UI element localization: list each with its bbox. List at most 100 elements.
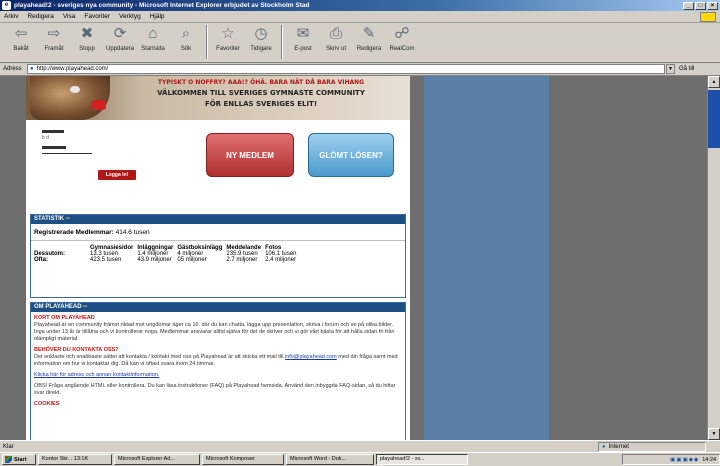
system-tray: ▣▣▣◆◆ 14:24 xyxy=(622,454,720,465)
toolbar-label: RealCom xyxy=(389,46,415,52)
menu-tools[interactable]: Verktyg xyxy=(119,13,141,20)
maximize-button[interactable]: □ xyxy=(695,1,706,10)
toolbar-button-home[interactable]: ⌂ Startsida xyxy=(138,23,168,61)
address-label: Adress xyxy=(3,66,22,72)
toolbar-button-search[interactable]: ⌕ Sök xyxy=(171,23,201,61)
registered-members: Registrerade Medlemmar: 414.6 tusen xyxy=(31,224,405,241)
password-field[interactable] xyxy=(42,151,92,154)
statistics-table: Gymnasiesidor Inläggningar Gästboksinläg… xyxy=(34,245,300,263)
toolbar-button-history[interactable]: ◷ Tidigare xyxy=(246,23,276,61)
taskbar-item[interactable]: Microsoft Explorer Ad... xyxy=(114,454,200,465)
menu-file[interactable]: Arkiv xyxy=(4,13,18,20)
scroll-up-icon[interactable]: ▲ xyxy=(708,76,720,88)
search-icon: ⌕ xyxy=(181,25,191,42)
taskbar-item[interactable]: Microsoft Word - Dok... xyxy=(286,454,374,465)
statistics-section: STATISTIK -- Registrerade Medlemmar: 414… xyxy=(30,214,406,298)
contact-mail-link[interactable]: info@playahead.com xyxy=(285,354,337,360)
contact-text: Det enklaste och snabbaste sättet att ko… xyxy=(34,354,284,360)
new-member-button[interactable]: NY MEDLEM xyxy=(206,133,294,177)
windows-flag-icon xyxy=(5,456,12,463)
start-button[interactable]: Start xyxy=(2,454,36,465)
home-icon: ⌂ xyxy=(148,25,158,42)
toolbar-button-print[interactable]: ⎙ Skriv ut xyxy=(321,23,351,61)
close-button[interactable]: × xyxy=(707,1,718,10)
username-label xyxy=(42,130,64,133)
minimize-button[interactable]: _ xyxy=(683,1,694,10)
about-text: Playahead är en community främst riktad … xyxy=(34,322,395,342)
address-input[interactable]: ● http://www.playahead.com/ xyxy=(27,64,665,74)
scroll-down-icon[interactable]: ▼ xyxy=(708,428,720,440)
toolbar-button-back[interactable]: ⇦ Bakåt xyxy=(6,23,36,61)
menu-edit[interactable]: Redigera xyxy=(27,13,53,20)
web-page: TYPISKT O NOFFRY? AAA!? ÖHÄ. BARA NÄT DÅ… xyxy=(26,76,410,440)
table-cell: 05 miljoner xyxy=(177,257,207,263)
forgot-password-button[interactable]: GLÖMT LÖSEN? xyxy=(308,133,394,177)
registered-label: Registrerade Medlemmar: xyxy=(34,229,114,236)
bulldog-image xyxy=(30,76,110,120)
address-bar: Adress ● http://www.playahead.com/ ▼ Gå … xyxy=(0,63,720,76)
forward-icon: ⇨ xyxy=(47,25,61,42)
toolbar-label: Skriv ut xyxy=(325,46,346,52)
taskbar-item[interactable]: Kontor Skr... 13:1K xyxy=(38,454,112,465)
registered-value: 414.6 tusen xyxy=(115,229,150,236)
print-icon: ⎙ xyxy=(329,25,342,42)
about-body: KORT OM PLAYAHEAD Playahead är en commun… xyxy=(31,312,405,415)
taskbar-item-active[interactable]: playahead!2 - sv... xyxy=(376,454,468,465)
scrollbar-thumb[interactable] xyxy=(708,90,720,148)
address-url: http://www.playahead.com/ xyxy=(36,66,109,72)
table-cell: 2.7 miljoner xyxy=(226,257,258,263)
statistics-header: STATISTIK -- xyxy=(31,215,405,224)
toolbar-separator xyxy=(206,25,208,59)
cookies-heading: COOKIES xyxy=(34,401,60,407)
discuss-icon: ☍ xyxy=(394,25,410,42)
login-button[interactable]: Logga in! xyxy=(98,170,136,180)
toolbar-button-favorites[interactable]: ☆ Favoriter xyxy=(213,23,243,61)
vertical-scrollbar[interactable]: ▲ ▼ xyxy=(707,76,720,440)
browser-viewport: TYPISKT O NOFFRY? AAA!? ÖHÄ. BARA NÄT DÅ… xyxy=(0,76,720,440)
security-zone: ● Internet xyxy=(598,441,706,452)
page-side-column xyxy=(424,76,549,440)
banner-line-3: FÖR ENLLAS SVERIGES ELIT! xyxy=(204,100,318,108)
table-cell: 423.5 tusen xyxy=(90,257,122,263)
windows-logo-icon xyxy=(700,12,716,22)
username-field[interactable]: b d xyxy=(42,135,92,141)
go-button[interactable]: Gå till xyxy=(679,66,694,72)
menu-help[interactable]: Hjälp xyxy=(150,13,165,20)
toolbar-label: Tidigare xyxy=(250,46,272,52)
faq-text: OBS! Fråga angående HTML eller kontrolle… xyxy=(34,383,396,396)
taskbar-item[interactable]: Microsoft Komposer xyxy=(202,454,284,465)
dog-mouth xyxy=(92,100,106,110)
address-dropdown-button[interactable]: ▼ xyxy=(666,64,675,74)
globe-icon: ● xyxy=(602,443,606,450)
menu-bar: Arkiv Redigera Visa Favoriter Verktyg Hj… xyxy=(0,11,720,23)
about-header: OM PLAYAHEAD -- xyxy=(31,303,405,312)
toolbar-label: Stopp xyxy=(79,46,95,52)
back-icon: ⇦ xyxy=(14,25,28,42)
refresh-icon: ⟳ xyxy=(113,25,127,42)
mail-icon: ✉ xyxy=(296,25,310,42)
toolbar-label: Startsida xyxy=(141,46,165,52)
row-label: Ofta: xyxy=(34,257,48,263)
toolbar-button-refresh[interactable]: ⟳ Uppdatera xyxy=(105,23,135,61)
toolbar-button-stop[interactable]: ✖ Stopp xyxy=(72,23,102,61)
table-row: Ofta: 423.5 tusen 43.9 miljoner 05 miljo… xyxy=(34,257,300,263)
dog-eye xyxy=(70,86,80,93)
header-banner: TYPISKT O NOFFRY? AAA!? ÖHÄ. BARA NÄT DÅ… xyxy=(26,76,410,120)
zone-label: Internet xyxy=(608,443,629,450)
contact-info-link[interactable]: Klicka här för adress och annan kontakti… xyxy=(34,372,159,378)
toolbar-label: Sök xyxy=(180,46,192,52)
tray-icons: ▣▣▣◆◆ xyxy=(670,456,700,463)
edit-icon: ✎ xyxy=(362,25,376,42)
toolbar-button-mail[interactable]: ✉ E-post xyxy=(288,23,318,61)
banner-line-1: TYPISKT O NOFFRY? AAA!? ÖHÄ. BARA NÄT DÅ… xyxy=(157,79,365,86)
toolbar-button-forward[interactable]: ⇨ Framåt xyxy=(39,23,69,61)
login-panel: b d Logga in! NY MEDLEM GLÖMT LÖSEN? xyxy=(26,122,410,187)
start-label: Start xyxy=(14,456,27,463)
toolbar-label: Framåt xyxy=(44,46,64,52)
window-controls: _ □ × xyxy=(683,1,718,10)
menu-view[interactable]: Visa xyxy=(63,13,76,20)
clock: 14:24 xyxy=(702,456,716,463)
toolbar-button-edit[interactable]: ✎ Redigera xyxy=(354,23,384,61)
toolbar-button-discuss[interactable]: ☍ RealCom xyxy=(387,23,417,61)
menu-favorites[interactable]: Favoriter xyxy=(84,13,110,20)
